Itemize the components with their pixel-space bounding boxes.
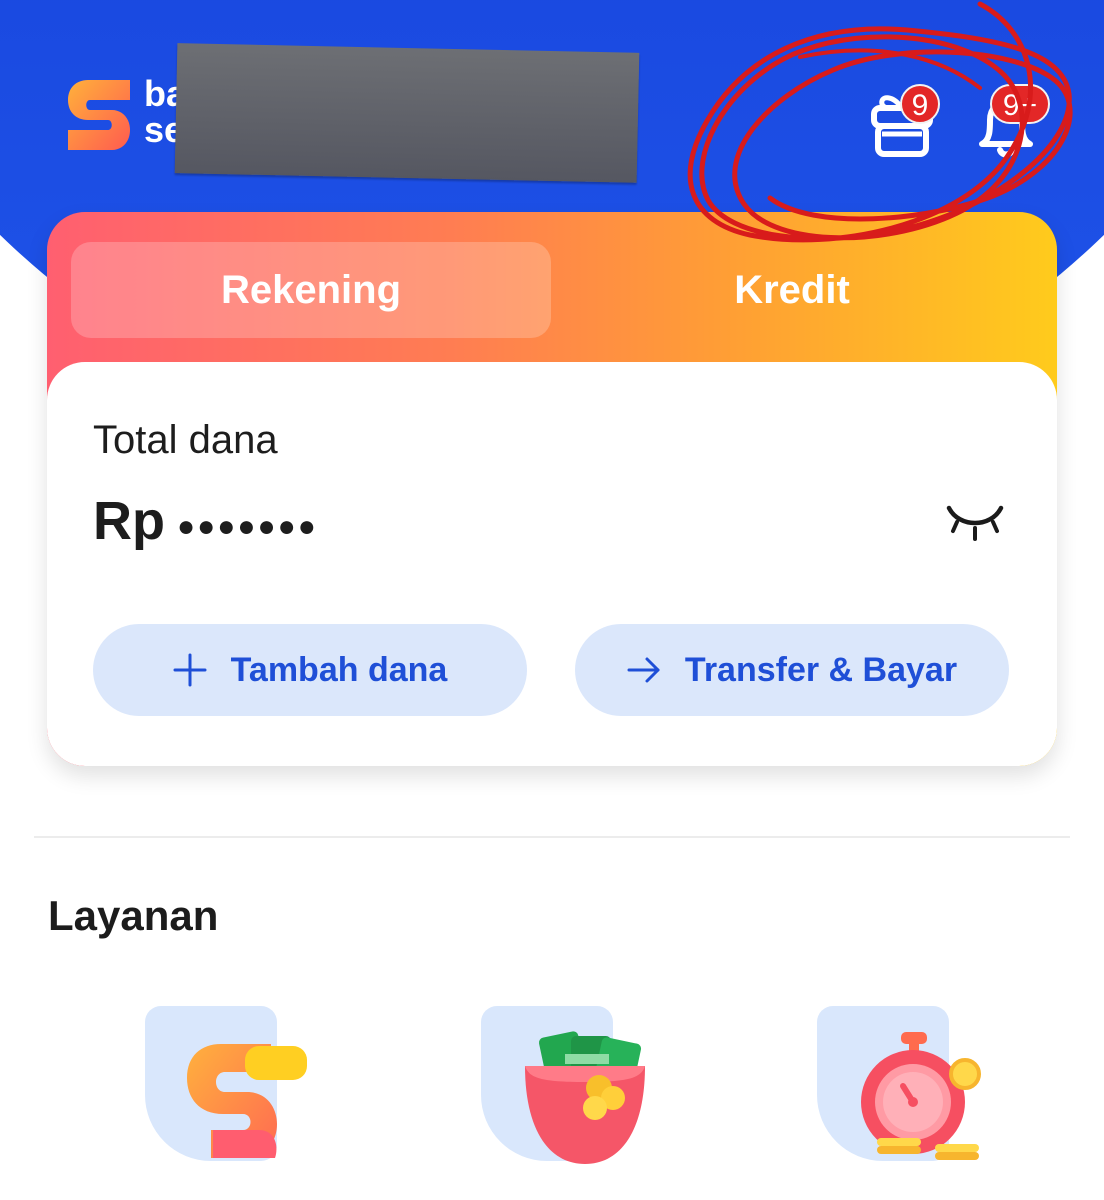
add-funds-button[interactable]: Tambah dana xyxy=(93,624,527,716)
brand-logo-icon xyxy=(68,80,130,150)
rewards-button[interactable]: 9 xyxy=(862,84,942,164)
total-funds-label: Total dana xyxy=(93,418,278,462)
account-tabs: Rekening Kredit xyxy=(71,242,1033,338)
arrow-right-icon xyxy=(627,657,660,683)
page: ba se 9 9+ Rekening Kredit Total dana Rp… xyxy=(0,0,1104,1200)
notifications-badge: 9+ xyxy=(990,84,1050,124)
masked-balance: ●●●●●●● xyxy=(176,510,318,543)
tab-kredit[interactable]: Kredit xyxy=(551,242,1033,338)
balance-panel: Total dana Rp ●●●●●●● Tambah dana Transf… xyxy=(47,362,1057,766)
currency-label: Rp xyxy=(93,491,165,551)
services-title: Layanan xyxy=(48,892,219,939)
timer-coins-icon xyxy=(861,1032,981,1160)
toggle-visibility-button[interactable] xyxy=(945,498,1005,550)
section-divider xyxy=(34,836,1070,838)
redaction-block xyxy=(174,43,640,183)
service-tile-3[interactable] xyxy=(817,1006,1007,1200)
transfer-pay-button[interactable]: Transfer & Bayar xyxy=(575,624,1009,716)
tab-rekening[interactable]: Rekening xyxy=(71,242,551,338)
rewards-badge: 9 xyxy=(900,84,940,124)
plus-icon xyxy=(173,653,207,687)
add-funds-label: Tambah dana xyxy=(230,650,448,689)
service-tile-1[interactable] xyxy=(145,1006,335,1200)
money-wallet-icon xyxy=(525,1031,645,1164)
service-tile-2[interactable] xyxy=(481,1006,671,1200)
transfer-pay-label: Transfer & Bayar xyxy=(684,650,958,689)
eye-closed-icon xyxy=(946,505,1004,541)
notifications-button[interactable]: 9+ xyxy=(956,84,1056,164)
balance-row: Rp ●●●●●●● xyxy=(93,494,318,548)
brand-s-3d-icon xyxy=(187,1044,307,1158)
account-card: Rekening Kredit Total dana Rp ●●●●●●● Ta… xyxy=(47,212,1057,766)
